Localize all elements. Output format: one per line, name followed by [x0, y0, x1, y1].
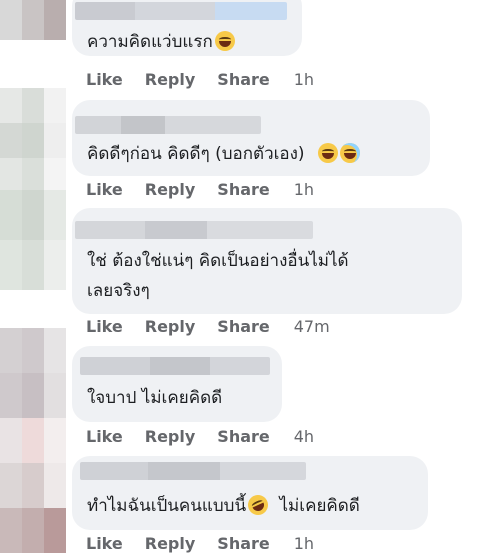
comment-text: ความคิดแว่บแรก — [87, 27, 235, 57]
share-button[interactable]: Share — [217, 70, 269, 89]
like-button[interactable]: Like — [86, 70, 123, 89]
comment-actions: Like Reply Share 1h — [86, 70, 314, 89]
like-button[interactable]: Like — [86, 317, 123, 336]
reply-button[interactable]: Reply — [145, 427, 196, 446]
comment-timestamp[interactable]: 1h — [294, 70, 314, 89]
rolling-on-floor-laughing-emoji — [244, 491, 272, 519]
comment-actions: Like Reply Share 1h — [86, 180, 314, 199]
comment-actions: Like Reply Share 1h — [86, 534, 314, 553]
blurred-author-name — [75, 221, 313, 239]
avatar-blurred — [0, 328, 66, 553]
reply-button[interactable]: Reply — [145, 317, 196, 336]
share-button[interactable]: Share — [217, 180, 269, 199]
comment-timestamp[interactable]: 47m — [294, 317, 330, 336]
comment-timestamp[interactable]: 4h — [294, 427, 314, 446]
like-button[interactable]: Like — [86, 427, 123, 446]
reply-button[interactable]: Reply — [145, 180, 196, 199]
share-button[interactable]: Share — [217, 317, 269, 336]
like-button[interactable]: Like — [86, 180, 123, 199]
share-button[interactable]: Share — [217, 534, 269, 553]
blurred-author-name — [75, 2, 287, 20]
laugh-with-tears-emoji — [214, 31, 235, 51]
avatar-blurred — [0, 190, 66, 290]
comment-text: ใช่ ต้องใช่แน่ๆ คิดเป็นอย่างอื่นไม่ได้ เ… — [87, 251, 349, 301]
reply-button[interactable]: Reply — [145, 534, 196, 553]
avatar-blurred — [0, 0, 66, 40]
grin-sweat-emoji — [339, 143, 360, 163]
grin-emoji — [317, 143, 338, 163]
blurred-author-name — [80, 462, 306, 480]
comment-timestamp[interactable]: 1h — [294, 534, 314, 553]
reply-button[interactable]: Reply — [145, 70, 196, 89]
comment-thread: ความคิดแว่บแรก Like Reply Share 1h คิดดี… — [0, 0, 500, 553]
comment-actions: Like Reply Share 4h — [86, 427, 314, 446]
comment-text: ทำไมฉันเป็นคนแบบนี้ ไม่เคยคิดดี — [87, 491, 360, 521]
comment-actions: Like Reply Share 47m — [86, 317, 330, 336]
blurred-author-name — [75, 116, 261, 134]
share-button[interactable]: Share — [217, 427, 269, 446]
comment-text: คิดดีๆก่อน คิดดีๆ (บอกตัวเอง) — [87, 139, 360, 169]
blurred-author-name — [80, 357, 270, 375]
comment-text: ใจบาป ไม่เคยคิดดี — [87, 388, 223, 408]
like-button[interactable]: Like — [86, 534, 123, 553]
comment-timestamp[interactable]: 1h — [294, 180, 314, 199]
